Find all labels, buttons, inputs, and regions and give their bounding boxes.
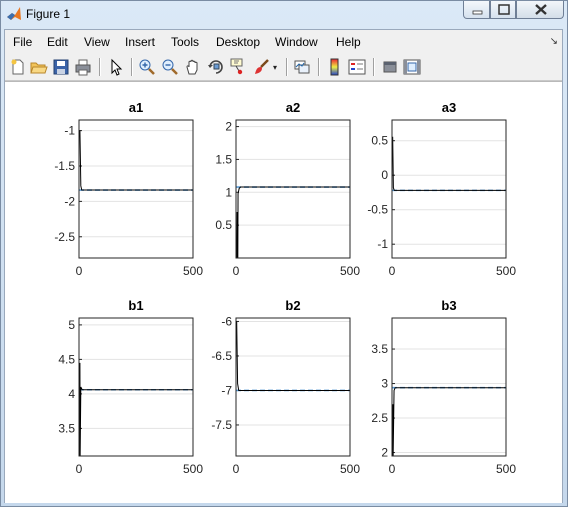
y-tick-label: 1.5 bbox=[215, 152, 232, 166]
plot-background bbox=[79, 318, 193, 456]
y-tick-label: 1 bbox=[225, 185, 232, 199]
plot-background bbox=[236, 120, 350, 258]
legend-icon[interactable] bbox=[348, 58, 366, 76]
menu-desktop[interactable]: Desktop bbox=[216, 35, 260, 49]
link-plot-icon[interactable] bbox=[293, 58, 311, 76]
figure-canvas: -2.5 -2 -1.5 -1 0 500 a1 0.5 1 1.5 2 0 500 a2 -1 -0.5 0 0… bbox=[5, 81, 562, 503]
edit-plot-arrow-icon[interactable] bbox=[107, 58, 125, 76]
x-tick-label: 500 bbox=[340, 264, 360, 278]
subplot-b1[interactable]: 3.5 4 4.5 5 0 500 b1 bbox=[58, 298, 203, 476]
title-bar[interactable]: Figure 1 bbox=[1, 1, 567, 27]
toolbar-separator bbox=[318, 58, 320, 76]
subplot-title: b3 bbox=[441, 298, 456, 313]
new-figure-icon[interactable] bbox=[9, 58, 27, 76]
subplot-title: a2 bbox=[286, 100, 300, 115]
y-tick-label: -6.5 bbox=[211, 349, 232, 363]
menu-insert[interactable]: Insert bbox=[125, 35, 155, 49]
toolbar-separator bbox=[99, 58, 101, 76]
subplot-b3[interactable]: 2 2.5 3 3.5 0 500 b3 bbox=[371, 298, 516, 476]
pan-hand-icon[interactable] bbox=[184, 58, 202, 76]
colorbar-icon[interactable] bbox=[326, 58, 344, 76]
toolbar-separator bbox=[286, 58, 288, 76]
window-title: Figure 1 bbox=[26, 7, 71, 21]
maximize-button[interactable] bbox=[490, 1, 516, 19]
x-tick-label: 0 bbox=[76, 264, 83, 278]
zoom-in-icon[interactable] bbox=[138, 58, 156, 76]
toolbar-separator bbox=[131, 58, 133, 76]
subplot-grid: -2.5-2-1.5-10 500a10.511.520 500a2-1-0.500… bbox=[54, 100, 516, 476]
y-tick-label: 4.5 bbox=[58, 352, 75, 366]
plot-background bbox=[79, 120, 193, 258]
minimize-button[interactable] bbox=[463, 1, 490, 19]
y-tick-label: -0.5 bbox=[367, 203, 388, 217]
y-tick-label: 4 bbox=[68, 387, 75, 401]
menu-view[interactable]: View bbox=[84, 35, 110, 49]
y-tick-label: -1 bbox=[377, 237, 388, 251]
subplot-title: b1 bbox=[128, 298, 143, 313]
y-tick-label: 0.5 bbox=[215, 218, 232, 232]
subplot-a3[interactable]: -1 -0.5 0 0.5 0 500 a3 bbox=[367, 100, 516, 278]
subplot-a1[interactable]: -2.5 -2 -1.5 -1 0 500 a1 bbox=[54, 100, 203, 278]
y-tick-label: 0.5 bbox=[371, 134, 388, 148]
y-tick-label: 2 bbox=[225, 120, 232, 134]
plot-background bbox=[236, 318, 350, 456]
figure-toolbar: ▾ bbox=[5, 54, 562, 81]
rotate-3d-icon[interactable] bbox=[207, 58, 225, 76]
subplot-a2[interactable]: 0.5 1 1.5 2 0 500 a2 bbox=[215, 100, 360, 278]
menu-file[interactable]: File bbox=[13, 35, 32, 49]
y-tick-label: 2.5 bbox=[371, 411, 388, 425]
save-icon[interactable] bbox=[52, 58, 70, 76]
figure-window: Figure 1 File Edit View Insert Tools Des… bbox=[0, 0, 568, 507]
x-tick-label: 500 bbox=[183, 264, 203, 278]
menu-bar: File Edit View Insert Tools Desktop Wind… bbox=[5, 30, 562, 52]
subplot-title: a3 bbox=[442, 100, 456, 115]
print-icon[interactable] bbox=[74, 58, 92, 76]
x-tick-label: 0 bbox=[233, 264, 240, 278]
matlab-logo-icon bbox=[7, 7, 21, 20]
hide-plot-tools-icon[interactable] bbox=[381, 58, 399, 76]
brush-icon[interactable] bbox=[253, 58, 271, 76]
subplot-b2[interactable]: -7.5 -7 -6.5 -6 0 500 b2 bbox=[211, 298, 360, 476]
y-tick-label: -7.5 bbox=[211, 418, 232, 432]
dock-arrow-icon[interactable]: ↘ bbox=[550, 36, 558, 47]
data-cursor-icon[interactable] bbox=[230, 58, 248, 76]
x-tick-label: 500 bbox=[496, 264, 516, 278]
x-tick-label: 0 bbox=[76, 462, 83, 476]
y-tick-label: 3.5 bbox=[371, 342, 388, 356]
y-tick-label: -2 bbox=[64, 194, 75, 208]
y-tick-label: -1.5 bbox=[54, 159, 75, 173]
menu-window[interactable]: Window bbox=[275, 35, 318, 49]
x-tick-label: 500 bbox=[496, 462, 516, 476]
close-icon bbox=[535, 4, 547, 15]
y-tick-label: 5 bbox=[68, 318, 75, 332]
minimize-icon bbox=[472, 10, 483, 15]
y-tick-label: 3.5 bbox=[58, 421, 75, 435]
menu-help[interactable]: Help bbox=[336, 35, 361, 49]
close-button[interactable] bbox=[516, 1, 564, 19]
menu-edit[interactable]: Edit bbox=[47, 35, 68, 49]
brush-dropdown-icon[interactable]: ▾ bbox=[273, 63, 277, 72]
y-tick-label: 3 bbox=[381, 377, 388, 391]
subplot-title: a1 bbox=[129, 100, 143, 115]
y-tick-label: -1 bbox=[64, 124, 75, 138]
toolbar-separator bbox=[373, 58, 375, 76]
y-tick-label: 0 bbox=[381, 168, 388, 182]
zoom-out-icon[interactable] bbox=[161, 58, 179, 76]
y-tick-label: -6 bbox=[221, 314, 232, 328]
x-tick-label: 0 bbox=[389, 462, 396, 476]
x-tick-label: 0 bbox=[389, 264, 396, 278]
show-plot-tools-icon[interactable] bbox=[403, 58, 421, 76]
x-tick-label: 500 bbox=[183, 462, 203, 476]
y-tick-label: -7 bbox=[221, 383, 232, 397]
menu-tools[interactable]: Tools bbox=[171, 35, 199, 49]
open-file-icon[interactable] bbox=[30, 58, 48, 76]
x-tick-label: 0 bbox=[233, 462, 240, 476]
y-tick-label: 2 bbox=[381, 446, 388, 460]
maximize-icon bbox=[498, 4, 510, 15]
figure-client-area: File Edit View Insert Tools Desktop Wind… bbox=[4, 29, 563, 503]
y-tick-label: -2.5 bbox=[54, 230, 75, 244]
x-tick-label: 500 bbox=[340, 462, 360, 476]
subplot-title: b2 bbox=[285, 298, 300, 313]
